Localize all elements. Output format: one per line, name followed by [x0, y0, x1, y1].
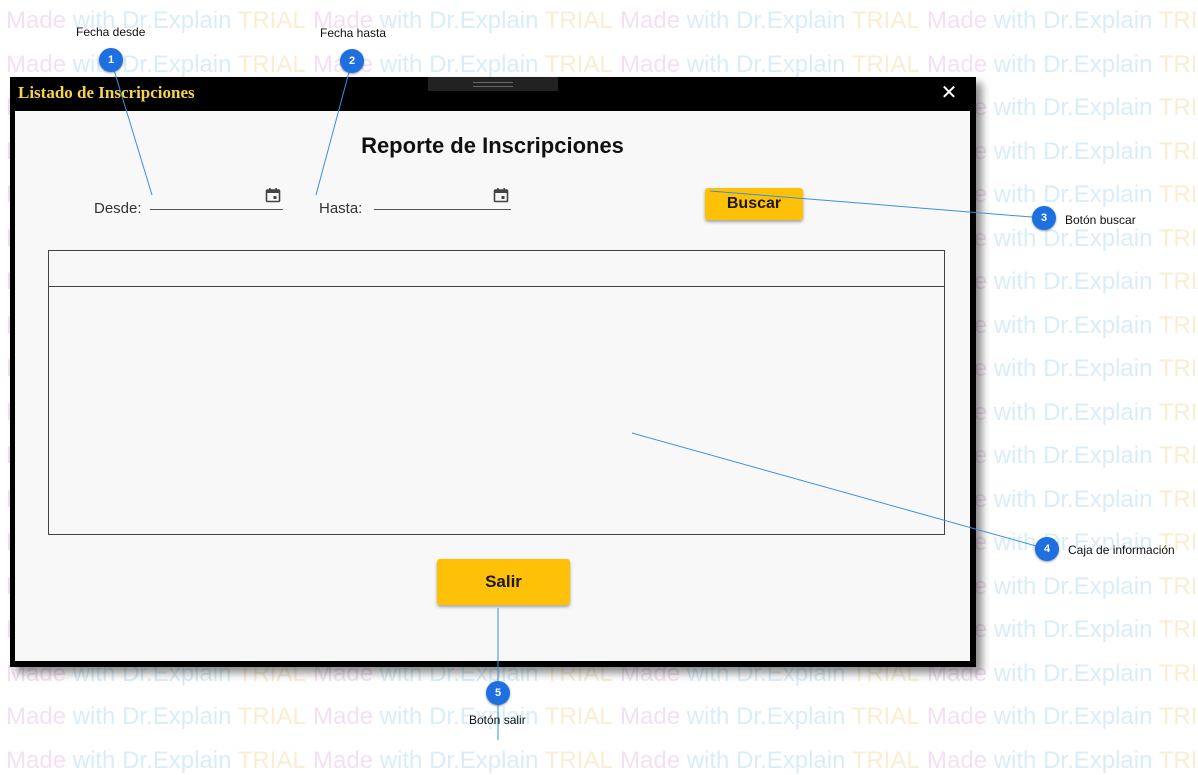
watermark-text: Made with Dr.Explain TRIAL	[6, 7, 306, 34]
callout-badge-4: 4	[1035, 537, 1059, 561]
watermark-text: Made with Dr.Explain TRIAL	[927, 50, 1198, 78]
watermark-text: Made with Dr.Explain TRIAL	[6, 746, 306, 774]
watermark-text: Made with Dr.Explain TRIAL	[313, 703, 613, 730]
watermark-text: Made with Dr.Explain TRIAL	[6, 703, 306, 730]
desde-label: Desde:	[94, 200, 142, 217]
watermark-text: Made with Dr.Explain TRIAL	[927, 703, 1198, 730]
hasta-date-field[interactable]	[374, 187, 515, 211]
watermark-text: Made with Dr.Explain TRIAL	[927, 7, 1198, 34]
window-title: Listado de Inscripciones	[18, 83, 195, 102]
callout-badge-5: 5	[486, 681, 510, 705]
callout-badge-2: 2	[340, 49, 364, 73]
watermark-text: Made with Dr.Explain TRIAL	[620, 50, 920, 78]
callout-label-boton-buscar: Botón buscar	[1065, 213, 1136, 227]
watermark-text: Made with Dr.Explain TRIAL	[620, 746, 920, 774]
calendar-icon[interactable]	[493, 187, 509, 203]
callout-label-fecha-hasta: Fecha hasta	[320, 26, 387, 40]
search-button[interactable]: Buscar	[705, 188, 803, 220]
hasta-label: Hasta:	[319, 200, 363, 217]
desde-date-field[interactable]	[150, 187, 287, 211]
info-box	[48, 250, 945, 535]
report-title: Reporte de Inscripciones	[361, 133, 624, 158]
watermark-text: Made with Dr.Explain TRIAL	[6, 50, 306, 78]
callout-label-boton-salir: Botón salir	[469, 713, 526, 727]
close-icon[interactable]: ✕	[938, 82, 960, 104]
watermark-text: Made with Dr.Explain TRIAL	[620, 703, 920, 730]
dialog-content: Reporte de Inscripciones Desde: Hasta: B…	[15, 111, 970, 661]
callout-badge-3: 3	[1032, 206, 1056, 230]
watermark-text: Made with Dr.Explain TRIAL	[927, 746, 1198, 774]
calendar-icon[interactable]	[265, 187, 281, 203]
drag-handle[interactable]	[428, 77, 558, 91]
dialog-window: Listado de Inscripciones ✕ Reporte de In…	[10, 77, 976, 667]
watermark-text: Made with Dr.Explain TRIAL	[620, 7, 920, 34]
watermark-text: Made with Dr.Explain TRIAL	[313, 746, 613, 774]
callout-badge-1: 1	[99, 48, 123, 72]
callout-label-fecha-desde: Fecha desde	[76, 25, 146, 39]
info-box-header-divider	[49, 286, 944, 287]
callout-label-caja-informacion: Caja de información	[1068, 543, 1175, 557]
title-bar: Listado de Inscripciones ✕	[10, 77, 976, 111]
exit-button[interactable]: Salir	[437, 559, 570, 605]
